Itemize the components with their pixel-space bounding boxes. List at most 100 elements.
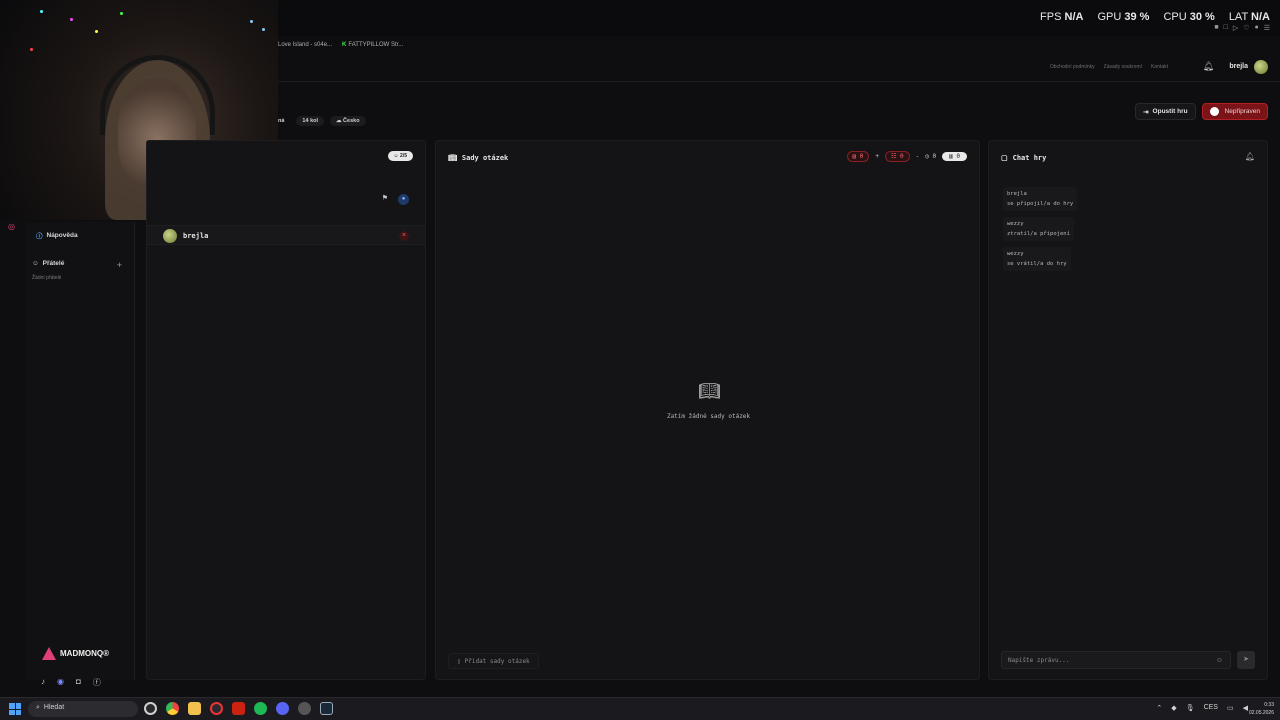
stat-badge: ▤ 0 bbox=[846, 151, 870, 162]
stat-badge: ▥ 0 bbox=[942, 152, 967, 161]
users-icon: ☺ bbox=[32, 260, 39, 267]
players-panel: ☺ 2/5 ⚑ ● brejla × bbox=[146, 140, 426, 680]
steam-icon[interactable] bbox=[320, 702, 333, 715]
folder-icon[interactable] bbox=[188, 702, 201, 715]
friends-section-header[interactable]: ☺ Přátelé bbox=[32, 260, 64, 267]
extension-icon[interactable]: ■ bbox=[1214, 24, 1218, 32]
emoji-icon[interactable]: ☺ bbox=[1216, 657, 1223, 664]
chip-mode: ná bbox=[278, 118, 285, 124]
extension-icon[interactable]: ☰ bbox=[1264, 24, 1270, 32]
bookmark-item[interactable]: K FATTYPILLOW Str... bbox=[342, 42, 403, 48]
book-icon: ▯ bbox=[457, 657, 461, 665]
message-user: brejla bbox=[1007, 191, 1027, 197]
chat-icon: ▢ bbox=[1001, 155, 1008, 162]
taskbar-search[interactable]: ⌕ Hledat bbox=[28, 701, 138, 717]
social-links: ♪ ◉ ◘ ⓕ bbox=[41, 677, 101, 688]
discord-icon[interactable]: ◉ bbox=[57, 677, 64, 688]
xbox-icon[interactable] bbox=[144, 702, 157, 715]
cpu-label: CPU bbox=[1163, 11, 1187, 23]
chrome-icon[interactable] bbox=[166, 702, 179, 715]
toggle-knob bbox=[1209, 107, 1219, 116]
bookmark-label: FATTYPILLOW Str... bbox=[348, 42, 404, 48]
book-icon: 📖︎ bbox=[448, 155, 457, 162]
message-text: se vrátil/a do hry bbox=[1007, 261, 1067, 267]
performance-overlay: FPS N/A GPU 39 % CPU 30 % LAT N/A bbox=[1040, 11, 1270, 23]
send-button[interactable]: ➤ bbox=[1237, 651, 1255, 669]
avatar[interactable] bbox=[1254, 60, 1268, 74]
sidebar-marker-icon: ◎ bbox=[8, 222, 15, 231]
display-icon[interactable]: ▭ bbox=[1227, 704, 1234, 712]
game-chat-panel: ▢ Chat hry 🔔︎ brejla se připojil/a do hr… bbox=[988, 140, 1268, 680]
help-icon: ⓘ bbox=[36, 233, 43, 240]
fps-label: FPS bbox=[1040, 11, 1062, 23]
opera-icon[interactable] bbox=[210, 702, 223, 715]
brand-logo[interactable]: MADMONQ® bbox=[42, 647, 109, 660]
discord-icon[interactable] bbox=[276, 702, 289, 715]
gpu-value: 39 % bbox=[1124, 11, 1150, 23]
settings-icon[interactable] bbox=[298, 702, 311, 715]
footer-nav: Obchodní podmínky Zásady soukromí Kontak… bbox=[1050, 64, 1168, 70]
invite-player-icon[interactable]: ⚑ bbox=[382, 194, 388, 205]
panel-title: ▢ Chat hry bbox=[1001, 154, 1047, 162]
taskbar-clock[interactable]: 0:33 02.05.2026 bbox=[1249, 701, 1274, 717]
browser-extension-icons: ■ □ ▷ ♡ ● ☰ bbox=[1214, 24, 1270, 32]
tray-app-icon[interactable]: ◆ bbox=[1171, 704, 1176, 712]
cpu-value: 30 % bbox=[1189, 11, 1215, 23]
fps-value: N/A bbox=[1064, 11, 1084, 23]
extension-icon[interactable]: ♡ bbox=[1243, 24, 1249, 32]
nav-link-contact[interactable]: Kontakt bbox=[1151, 64, 1168, 70]
bookmark-item[interactable]: Love Island - s04e... bbox=[278, 42, 332, 48]
instagram-icon[interactable]: ◘ bbox=[76, 677, 81, 688]
bookmark-icon: K bbox=[342, 42, 347, 48]
player-name: brejla bbox=[183, 232, 209, 240]
left-sidebar: ⓘ Nápověda ☺ Přátelé + Žádní přátelé MAD… bbox=[26, 222, 135, 687]
madmonq-logo-icon bbox=[42, 647, 56, 660]
ready-toggle-button[interactable]: Nepřipraven bbox=[1201, 103, 1268, 120]
search-icon: ⌕ bbox=[36, 704, 40, 711]
avatar bbox=[163, 229, 177, 243]
leave-game-button[interactable]: ⇥ Opustit hru bbox=[1135, 103, 1196, 120]
windows-start-icon[interactable] bbox=[9, 703, 21, 715]
extension-icon[interactable]: ● bbox=[1254, 24, 1258, 32]
system-tray: ⌃ ◆ 🎙︎ CES ▭ ◀︎ bbox=[1156, 704, 1248, 712]
headset bbox=[100, 55, 215, 135]
bell-icon[interactable]: 🔔︎ bbox=[1245, 152, 1255, 161]
microphone-icon[interactable]: 🎙︎ bbox=[1186, 704, 1195, 712]
browser-bookmarks: Love Island - s04e... K FATTYPILLOW Str..… bbox=[278, 38, 403, 52]
user-icon[interactable]: ● bbox=[398, 194, 409, 205]
panel-title: 📖︎ Sady otázek bbox=[448, 154, 509, 162]
facebook-icon[interactable]: ⓕ bbox=[93, 677, 101, 688]
chat-message: wezzy se vrátil/a do hry bbox=[1003, 247, 1071, 271]
open-book-icon: 📖︎ bbox=[698, 381, 721, 401]
player-count-badge: ☺ 2/5 bbox=[387, 151, 413, 161]
nav-link-terms[interactable]: Obchodní podmínky bbox=[1050, 64, 1095, 70]
chat-message-input[interactable]: Napište zprávu... bbox=[1001, 651, 1231, 669]
stat-badge: ☷ 0 bbox=[885, 151, 910, 162]
kick-player-button[interactable]: × bbox=[399, 231, 409, 241]
extension-icon[interactable]: □ bbox=[1224, 24, 1228, 32]
chip-rounds: 14 kol bbox=[296, 116, 325, 126]
extension-icon[interactable]: ▷ bbox=[1233, 24, 1238, 32]
cloud-icon: ☁ bbox=[336, 118, 344, 124]
bell-icon[interactable]: 🔔︎ bbox=[1203, 61, 1214, 72]
language-indicator[interactable]: CES bbox=[1204, 704, 1218, 712]
add-friend-button[interactable]: + bbox=[117, 260, 122, 270]
lat-label: LAT bbox=[1228, 11, 1248, 23]
add-question-set-button[interactable]: ▯ Přidat sady otázek bbox=[448, 653, 539, 669]
volume-icon[interactable]: ◀︎ bbox=[1243, 704, 1248, 712]
chat-message: wezzy ztratil/a připojení bbox=[1003, 217, 1074, 241]
chat-messages: brejla se připojil/a do hry wezzy ztrati… bbox=[1003, 187, 1078, 271]
chevron-up-icon[interactable]: ⌃ bbox=[1156, 704, 1162, 712]
message-text: se připojil/a do hry bbox=[1007, 201, 1074, 207]
app-icon[interactable] bbox=[232, 702, 245, 715]
tiktok-icon[interactable]: ♪ bbox=[41, 677, 45, 688]
header-username[interactable]: brejla bbox=[1229, 63, 1248, 70]
question-sets-panel: 📖︎ Sady otázek ▤ 0 + ☷ 0 - ◷ 0 ▥ 0 📖︎ Za… bbox=[435, 140, 980, 680]
lobby-settings-chips: ná 14 kol ☁ Česko bbox=[278, 116, 366, 126]
spotify-icon[interactable] bbox=[254, 702, 267, 715]
nav-link-privacy[interactable]: Zásady soukromí bbox=[1104, 64, 1142, 70]
message-user: wezzy bbox=[1007, 221, 1024, 227]
help-link[interactable]: ⓘ Nápověda bbox=[36, 230, 78, 241]
windows-taskbar: ⌕ Hledat ⌃ ◆ 🎙︎ CES ▭ ◀︎ 0:33 02.05.2026 bbox=[0, 697, 1280, 720]
stat-timer: ◷ 0 bbox=[925, 153, 937, 160]
